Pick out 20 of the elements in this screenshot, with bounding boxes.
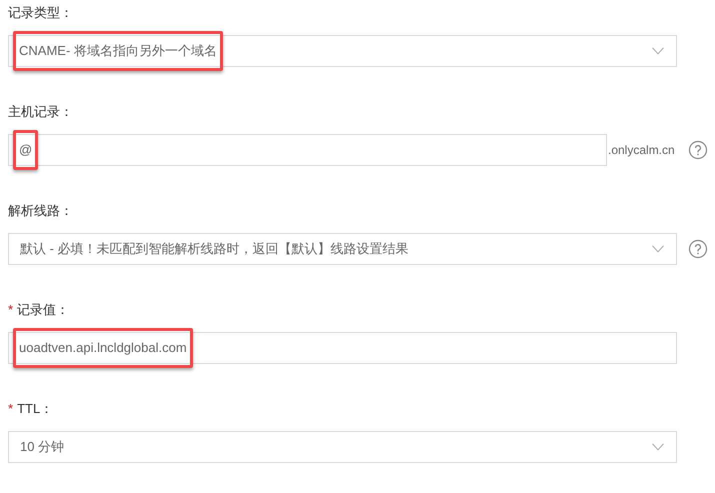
field-label: 记录值： [17,301,70,320]
field-label: 主机记录： [8,103,73,122]
selected-value: 默认 - 必填！未匹配到智能解析线路时，返回【默认】线路设置结果 [20,240,409,258]
chevron-down-icon [652,245,664,253]
required-mark: * [8,301,14,320]
chevron-down-icon [652,443,664,451]
required-mark: * [8,400,14,418]
field-value: @ [13,130,38,170]
selected-value: CNAME- 将域名指向另外一个域名 [13,31,223,71]
dropdown-field[interactable]: 默认 - 必填！未匹配到智能解析线路时，返回【默认】线路设置结果 [8,233,677,265]
domain-suffix: .onlycalm.cn [607,142,676,159]
field-label: TTL： [17,400,54,418]
field-label: 解析线路： [8,202,73,220]
dropdown-field[interactable]: 10 分钟 [8,431,677,463]
selected-value: 10 分钟 [20,438,64,456]
help-icon[interactable] [688,239,708,259]
field-value: uoadtven.api.lncldglobal.com [13,328,193,368]
field-label: 记录类型： [8,4,73,22]
help-icon[interactable] [688,140,708,160]
chevron-down-icon [652,47,664,55]
